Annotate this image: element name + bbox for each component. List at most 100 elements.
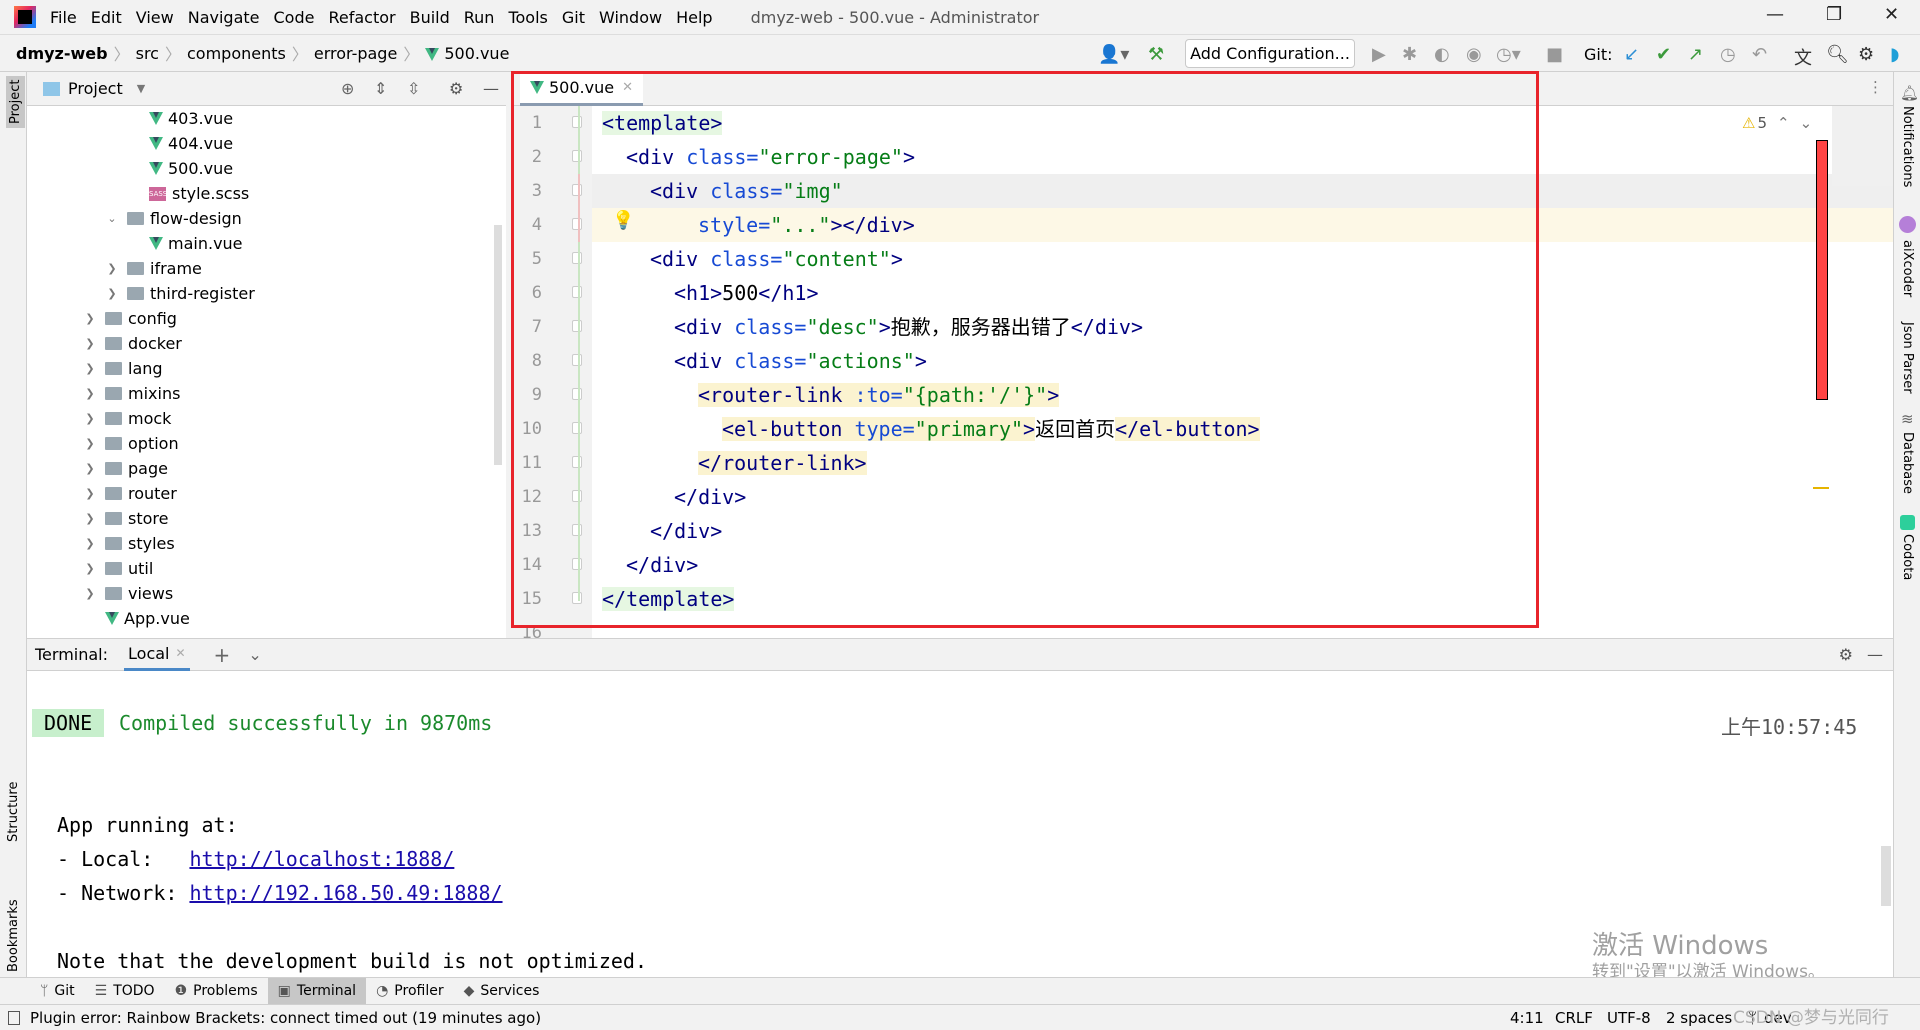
prev-highlight-icon[interactable]: ⌃	[1777, 114, 1790, 132]
profile-icon[interactable]: ◉	[1466, 44, 1482, 65]
fold-marker-icon[interactable]	[572, 524, 582, 536]
terminal-tab-local[interactable]: Local ✕	[124, 638, 190, 671]
chevron-down-icon[interactable]: ▼	[137, 82, 145, 95]
code-line[interactable]: <template>	[602, 106, 723, 140]
inspection-widget[interactable]: ⚠ 5 ⌃ ⌄	[1742, 114, 1812, 132]
build-hammer-icon[interactable]: ⚒	[1148, 44, 1164, 65]
code-line[interactable]: style="..."></div>	[698, 208, 915, 242]
code-line[interactable]: </div>	[674, 480, 746, 514]
chevron-right-icon[interactable]: ❯	[83, 512, 97, 525]
tree-item[interactable]: ❯ styles	[83, 531, 174, 556]
bottom-tool-problems[interactable]: ❶ Problems	[165, 978, 268, 1005]
fold-marker-icon[interactable]	[572, 252, 582, 264]
local-url-link[interactable]: http://localhost:1888/	[189, 847, 454, 871]
chevron-right-icon[interactable]: ❯	[83, 587, 97, 600]
run-icon[interactable]: ▶	[1372, 44, 1386, 65]
tree-scrollbar[interactable]	[494, 225, 502, 465]
tree-item[interactable]: App.vue	[83, 606, 190, 631]
bottom-tool-profiler[interactable]: ◔ Profiler	[366, 978, 454, 1005]
code-line[interactable]: <h1>500</h1>	[674, 276, 819, 310]
options-gear-icon[interactable]: ⚙	[449, 79, 463, 98]
menu-help[interactable]: Help	[676, 8, 712, 27]
locate-icon[interactable]: ⊕	[341, 79, 354, 98]
fold-marker-icon[interactable]	[572, 490, 582, 502]
close-tab-icon[interactable]: ✕	[622, 80, 633, 95]
breadcrumb-item[interactable]: error-page	[308, 44, 403, 63]
bottom-tool-services[interactable]: ◆ Services	[454, 978, 550, 1005]
chevron-right-icon[interactable]: ❯	[83, 337, 97, 350]
breadcrumb-item[interactable]: 500.vue	[419, 44, 515, 63]
menu-refactor[interactable]: Refactor	[328, 8, 395, 27]
translate-icon[interactable]: 文	[1794, 44, 1812, 70]
chevron-right-icon[interactable]: ❯	[105, 287, 119, 300]
tree-item[interactable]: ❯ store	[83, 506, 168, 531]
status-message[interactable]: Plugin error: Rainbow Brackets: connect …	[30, 1009, 541, 1027]
fold-marker-icon[interactable]	[572, 116, 582, 128]
breadcrumb-item[interactable]: src	[130, 44, 165, 63]
breadcrumb-item[interactable]: components	[181, 44, 292, 63]
menu-run[interactable]: Run	[464, 8, 495, 27]
aixcoder-tool-button[interactable]: aiXcoder	[1900, 240, 1915, 297]
fold-marker-icon[interactable]	[572, 286, 582, 298]
fold-marker-icon[interactable]	[572, 592, 582, 604]
code-line[interactable]: </template>	[602, 582, 735, 616]
database-tool-button[interactable]: Database	[1900, 432, 1915, 494]
code-editor[interactable]: 1 2 3 4 5 6 7 8 9 10 11 12 13 14 15 16 💡 <template> <div…	[512, 106, 1893, 638]
bookmarks-tool-button[interactable]: Bookmarks	[6, 899, 21, 972]
close-tab-icon[interactable]: ✕	[175, 646, 185, 660]
terminal-scrollbar[interactable]	[1881, 846, 1891, 906]
code-line[interactable]: </router-link>	[698, 446, 867, 480]
hide-panel-icon[interactable]: —	[483, 79, 499, 98]
close-button[interactable]: ✕	[1884, 4, 1899, 25]
chevron-right-icon[interactable]: ❯	[83, 437, 97, 450]
debug-icon[interactable]: ✱	[1402, 44, 1417, 65]
code-line[interactable]: <div class="actions">	[674, 344, 927, 378]
menu-git[interactable]: Git	[562, 8, 585, 27]
search-icon[interactable]: 🔍︎	[1826, 44, 1849, 65]
chevron-right-icon[interactable]: ❯	[83, 487, 97, 500]
tree-item[interactable]: ❯ mock	[83, 406, 171, 431]
terminal-settings-icon[interactable]: ⚙	[1839, 645, 1853, 664]
user-icon[interactable]: 👤▾	[1098, 44, 1129, 65]
more-run-icon[interactable]: ◷▾	[1496, 44, 1521, 65]
plugin-logo-icon[interactable]: ◗	[1890, 44, 1899, 65]
fold-marker-icon[interactable]	[572, 456, 582, 468]
terminal-output[interactable]: DONE Compiled successfully in 9870ms 上午1…	[27, 671, 1893, 977]
chevron-down-icon[interactable]: ⌄	[248, 645, 261, 664]
tree-item[interactable]: ⌄ flow-design	[105, 206, 241, 231]
tree-item[interactable]: main.vue	[127, 231, 243, 256]
code-line[interactable]: <div class="img"	[650, 174, 843, 208]
tree-item[interactable]: ❯ option	[83, 431, 178, 456]
menu-tools[interactable]: Tools	[508, 8, 547, 27]
tree-item[interactable]: ❯ lang	[83, 356, 162, 381]
fold-marker-icon[interactable]	[572, 150, 582, 162]
add-configuration-button[interactable]: Add Configuration...	[1185, 39, 1355, 68]
error-stripe-scrollbar[interactable]	[1816, 140, 1828, 400]
codota-tool-button[interactable]: Codota	[1900, 534, 1915, 580]
bottom-tool-git[interactable]: ᛘ Git	[30, 978, 85, 1005]
tree-item[interactable]: ❯ config	[83, 306, 177, 331]
tree-item[interactable]: 403.vue	[127, 106, 233, 131]
next-highlight-icon[interactable]: ⌄	[1800, 114, 1813, 132]
json-parser-tool-button[interactable]: Json Parser	[1900, 322, 1915, 394]
tree-item[interactable]: ❯ util	[83, 556, 153, 581]
stop-icon[interactable]: ■	[1546, 44, 1563, 65]
chevron-down-icon[interactable]: ⌄	[105, 212, 119, 225]
structure-tool-button[interactable]: Structure	[6, 782, 21, 842]
tree-item[interactable]: ❯ router	[83, 481, 176, 506]
more-options-icon[interactable]: ⋮	[1868, 78, 1883, 96]
hide-terminal-icon[interactable]: —	[1867, 645, 1883, 664]
fold-marker-icon[interactable]	[572, 422, 582, 434]
chevron-right-icon[interactable]: ❯	[83, 462, 97, 475]
minimize-button[interactable]: —	[1766, 4, 1784, 25]
breadcrumb-item[interactable]: dmyz-web	[10, 44, 114, 63]
chevron-right-icon[interactable]: ❯	[83, 562, 97, 575]
tree-item[interactable]: ❯ third-register	[105, 281, 254, 306]
fold-marker-icon[interactable]	[572, 320, 582, 332]
code-minimap[interactable]	[1832, 106, 1893, 186]
chevron-right-icon[interactable]: ❯	[83, 387, 97, 400]
restore-button[interactable]: ❐	[1826, 4, 1842, 25]
fold-marker-icon[interactable]	[572, 218, 582, 230]
tree-item[interactable]: 404.vue	[127, 131, 233, 156]
git-update-icon[interactable]: ↙	[1624, 44, 1639, 65]
